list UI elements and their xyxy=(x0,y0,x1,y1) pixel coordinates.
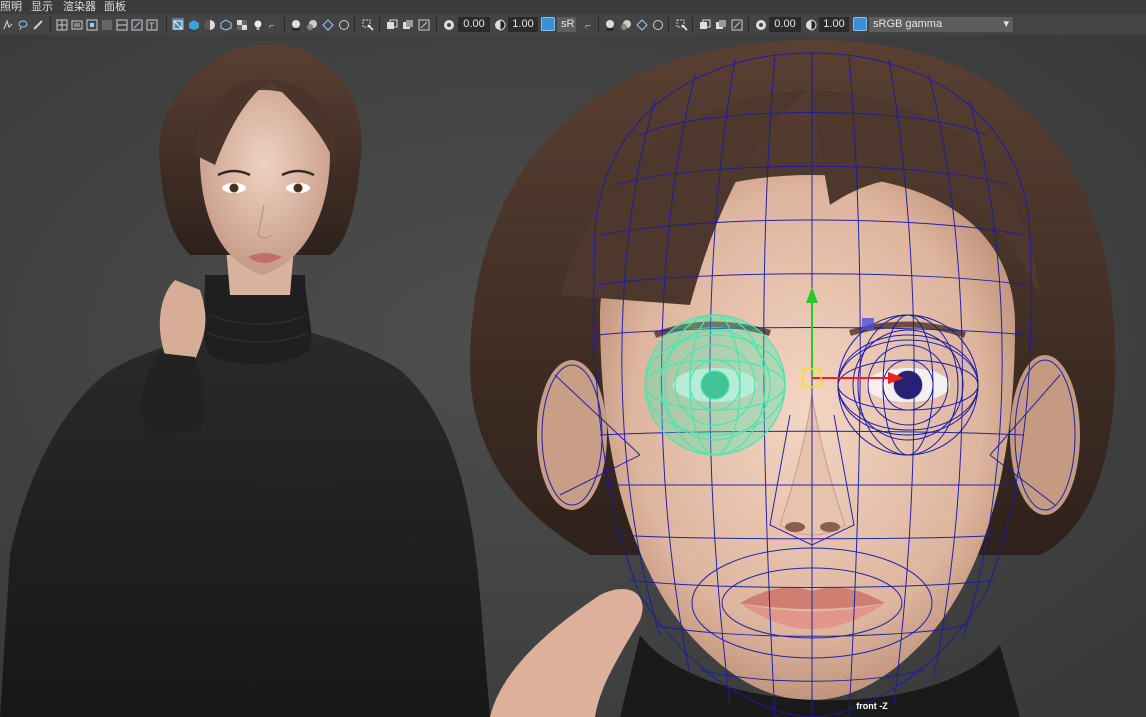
color-space-icon-2[interactable] xyxy=(853,17,867,31)
menu-bar: 照明 显示 渲染器 面板 xyxy=(0,0,1146,14)
panel-toolbar: T ⌐ 0.00 1.00 sR ⌐ 0.00 1.00 sRGB gamma … xyxy=(0,14,1146,36)
gamma-icon-2[interactable] xyxy=(805,18,817,31)
screen-space-ao-icon-2[interactable] xyxy=(620,18,632,30)
motion-blur-icon[interactable] xyxy=(322,18,334,31)
shadow-icon-2[interactable] xyxy=(604,18,616,31)
color-space-select-partial[interactable]: sR xyxy=(557,17,576,32)
isolate-select-icon[interactable] xyxy=(362,18,374,31)
exposure-icon[interactable] xyxy=(443,18,455,30)
dropdown-arrow-icon[interactable]: ▾ xyxy=(1003,17,1009,32)
svg-text:⌐: ⌐ xyxy=(585,21,591,31)
xray-joints-icon-2[interactable] xyxy=(715,18,727,30)
xray-icon-2[interactable] xyxy=(699,18,711,30)
viewport-scene xyxy=(0,35,1146,717)
menu-lighting[interactable]: 照明 xyxy=(0,0,22,14)
svg-text:T: T xyxy=(149,21,155,31)
field-chart-icon[interactable] xyxy=(116,18,128,31)
checker-icon[interactable] xyxy=(236,18,248,30)
wireframe-on-shaded-icon[interactable] xyxy=(220,18,232,31)
paint-icon[interactable] xyxy=(32,18,44,30)
isolate-select-icon-2[interactable] xyxy=(676,18,688,31)
menu-panels[interactable]: 面板 xyxy=(104,0,126,14)
flat-light-icon[interactable]: ⌐ xyxy=(268,18,280,32)
xray-icon[interactable] xyxy=(386,18,398,30)
anti-alias-icon-2[interactable] xyxy=(652,18,664,30)
exposure-field-2[interactable]: 0.00 xyxy=(769,17,801,32)
lasso-icon[interactable] xyxy=(17,18,29,31)
svg-text:⌐: ⌐ xyxy=(269,21,275,31)
wireframe-icon[interactable] xyxy=(172,18,184,30)
gamma-icon[interactable] xyxy=(494,18,506,31)
anti-alias-icon[interactable] xyxy=(338,18,350,30)
color-space-icon[interactable] xyxy=(541,17,555,31)
viewport[interactable] xyxy=(0,35,1146,717)
safe-title-icon[interactable]: T xyxy=(146,18,158,31)
shaded-icon[interactable] xyxy=(188,18,200,30)
gamma-field-2[interactable]: 1.00 xyxy=(819,17,849,32)
grid-icon[interactable] xyxy=(56,18,68,31)
color-space-label: sRGB gamma xyxy=(873,18,943,30)
eyeball-left-selected xyxy=(644,314,786,456)
exposure-field[interactable]: 0.00 xyxy=(458,17,490,32)
gate-mask-icon[interactable] xyxy=(101,18,113,30)
select-icon[interactable] xyxy=(2,18,14,30)
motion-blur-icon-2[interactable] xyxy=(636,18,648,31)
safe-action-icon[interactable] xyxy=(131,18,143,31)
screen-space-ao-icon[interactable] xyxy=(306,18,318,30)
xray-components-icon[interactable] xyxy=(418,18,430,31)
exposure-icon-2[interactable] xyxy=(755,18,767,30)
light-bulb-icon[interactable] xyxy=(252,18,264,30)
xray-joints-icon[interactable] xyxy=(402,18,414,30)
xray-components-icon-2[interactable] xyxy=(731,18,743,31)
flat-light-icon-2[interactable]: ⌐ xyxy=(584,18,596,32)
gamma-field[interactable]: 1.00 xyxy=(508,17,538,32)
color-space-select[interactable]: sRGB gamma ▾ xyxy=(869,17,1013,32)
textured-icon[interactable] xyxy=(204,18,216,30)
menu-renderer[interactable]: 渲染器 xyxy=(63,0,96,14)
shadow-icon[interactable] xyxy=(290,18,302,31)
menu-show[interactable]: 显示 xyxy=(31,0,53,14)
film-gate-icon[interactable] xyxy=(71,18,83,30)
camera-label: front -Z xyxy=(856,701,888,711)
resolution-gate-icon[interactable] xyxy=(86,18,98,31)
